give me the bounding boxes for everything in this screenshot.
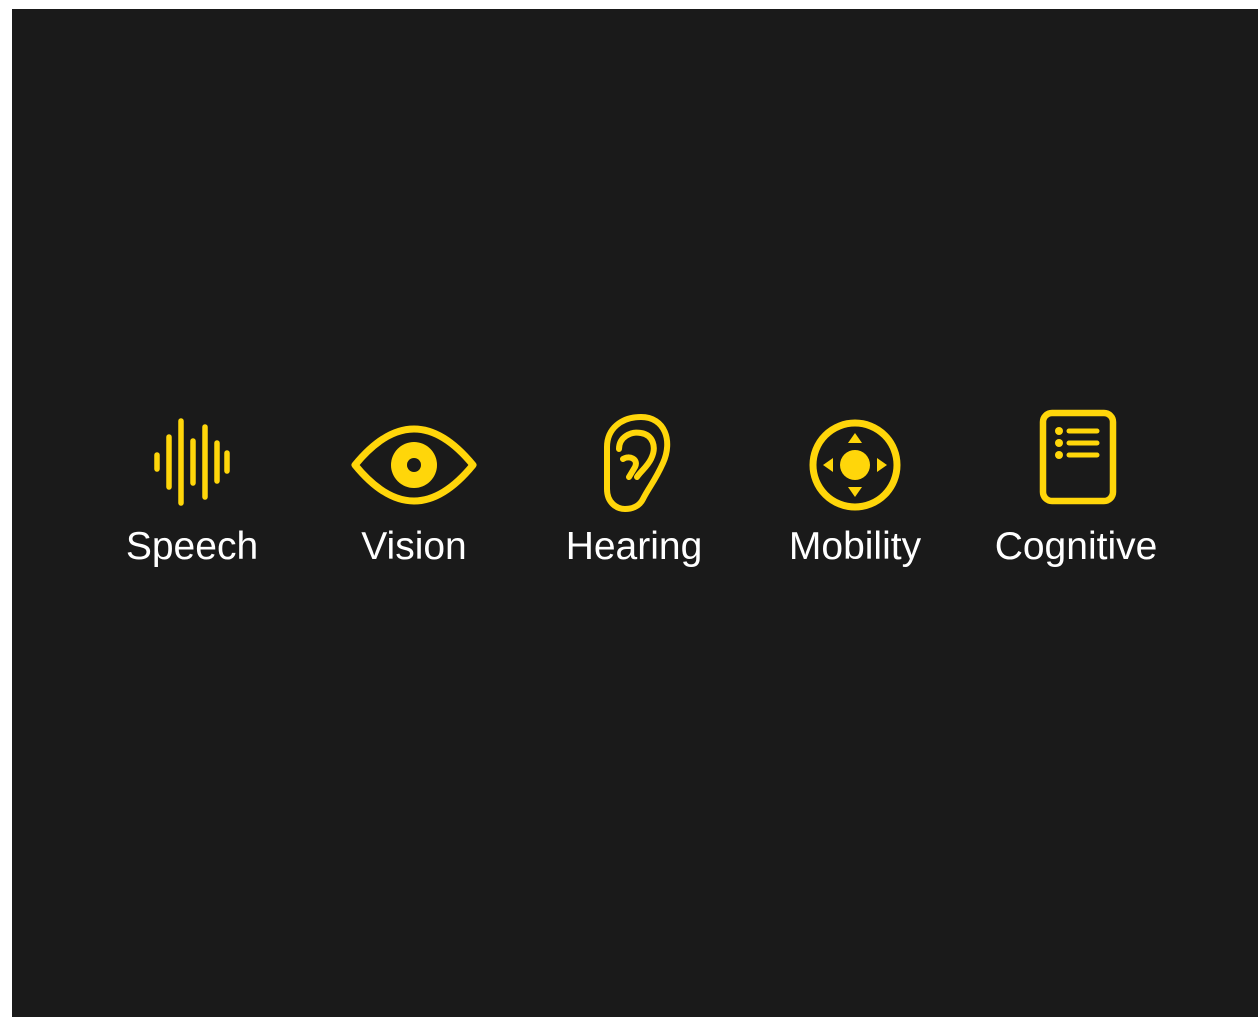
category-label: Mobility — [788, 525, 922, 568]
waveform-icon — [127, 407, 257, 517]
category-cognitive: Cognitive — [976, 407, 1176, 577]
category-label: Vision — [361, 525, 467, 568]
category-vision: Vision — [314, 407, 514, 577]
category-mobility: Mobility — [755, 407, 955, 577]
directional-pad-icon — [790, 407, 920, 517]
category-label: Hearing — [565, 525, 703, 568]
category-label: Speech — [125, 525, 259, 568]
category-hearing: Hearing — [534, 407, 734, 577]
accessibility-categories-panel: Speech Vision Hearing Mobility Cognitive — [12, 9, 1258, 1017]
ear-icon — [569, 407, 699, 517]
list-icon — [1011, 407, 1141, 517]
category-speech: Speech — [92, 407, 292, 577]
eye-icon — [349, 407, 479, 517]
category-label: Cognitive — [994, 525, 1158, 568]
